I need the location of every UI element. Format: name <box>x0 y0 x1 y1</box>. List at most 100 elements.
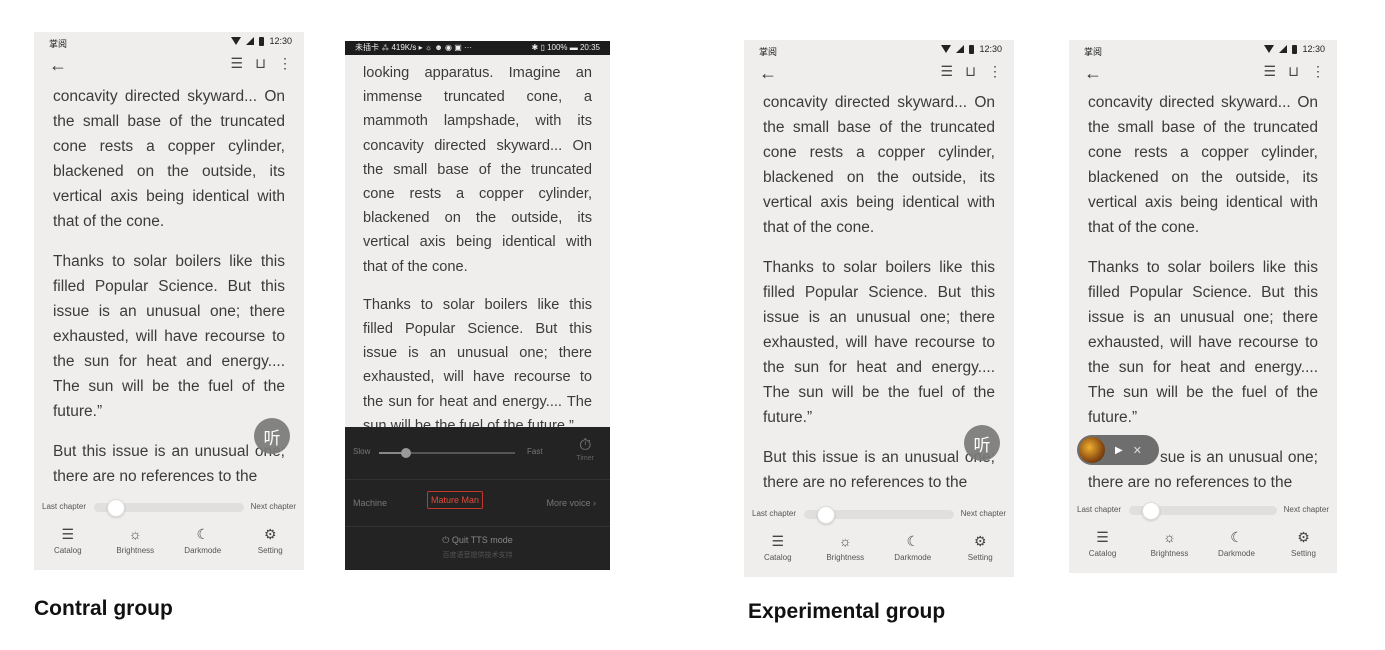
battery-icon <box>969 44 975 54</box>
battery-icon <box>1292 44 1298 54</box>
chapter-row: Last chapter Next chapter <box>744 497 1014 527</box>
wifi-icon <box>941 45 952 53</box>
paragraph: Thanks to solar boilers like this filled… <box>763 259 995 426</box>
book-cover-thumbnail[interactable] <box>1079 437 1105 463</box>
next-chapter-link[interactable]: Next chapter <box>251 502 296 511</box>
top-bar: ← ☰ ⊔ ⋮ <box>744 60 1014 90</box>
sun-icon: ☼ <box>838 533 852 549</box>
bottom-nav: ☰ Catalog ☼ Brightness ☾ Darkmode ⚙ Setting <box>1069 527 1337 573</box>
nav-label: Setting <box>257 546 283 555</box>
quit-tts-button[interactable]: ⏻ Quit TTS mode <box>345 535 610 546</box>
speed-knob[interactable] <box>401 448 411 458</box>
voice-mature-man[interactable]: Mature Man <box>427 491 484 509</box>
timer-icon: ⏱ <box>578 437 592 454</box>
top-bar: ← ☰ ⊔ ⋮ <box>34 52 304 82</box>
slider-knob[interactable] <box>107 499 125 517</box>
status-left: 未插卡 ⁂ 419K/s ▸ ☼ ☻ ◉ ▣ ··· <box>355 43 472 52</box>
timer-button[interactable]: ⏱ Timer <box>576 437 594 462</box>
nav-darkmode[interactable]: ☾ Darkmode <box>1207 527 1267 573</box>
wifi-icon <box>1264 45 1275 53</box>
nav-brightness[interactable]: ☼ Brightness <box>105 524 165 570</box>
slider-knob[interactable] <box>1142 502 1160 520</box>
paragraph: looking apparatus. Imagine an immense tr… <box>363 65 592 275</box>
book-text: concavity directed skyward... On the sma… <box>763 90 995 510</box>
tts-panel: Slow Fast ⏱ Timer Machine Mature Man More… <box>345 427 610 570</box>
listen-button[interactable]: 听 <box>254 418 290 454</box>
cart-icon[interactable]: ⊔ <box>965 63 976 80</box>
paragraph: But this issue is an unusual one; there … <box>53 443 285 485</box>
nav-label: Brightness <box>1150 549 1189 558</box>
moon-icon: ☾ <box>1230 529 1243 545</box>
cart-icon[interactable]: ⊔ <box>255 55 266 72</box>
nav-catalog[interactable]: ☰ Catalog <box>38 524 98 570</box>
back-arrow-icon[interactable]: ← <box>49 56 67 74</box>
next-chapter-link[interactable]: Next chapter <box>1284 505 1329 514</box>
status-bar: 掌阅 12:30 <box>34 32 304 52</box>
signal-icon <box>1279 45 1288 53</box>
more-icon[interactable]: ⋮ <box>278 55 292 72</box>
app-name: 掌阅 <box>1084 47 1103 57</box>
caption-experimental-group: Experimental group <box>748 600 946 623</box>
gear-icon: ⚙ <box>1297 529 1310 545</box>
close-icon[interactable]: ✕ <box>1133 444 1142 457</box>
last-chapter-link[interactable]: Last chapter <box>1077 505 1121 514</box>
paragraph: concavity directed skyward... On the sma… <box>53 88 285 230</box>
nav-catalog[interactable]: ☰ Catalog <box>748 531 808 577</box>
list-icon: ☰ <box>1096 529 1109 545</box>
slow-label: Slow <box>353 447 371 456</box>
back-arrow-icon[interactable]: ← <box>759 64 777 82</box>
nav-catalog[interactable]: ☰ Catalog <box>1073 527 1133 573</box>
battery-icon <box>259 36 265 46</box>
voice-machine[interactable]: Machine <box>353 498 387 508</box>
listen-button[interactable]: 听 <box>964 425 1000 461</box>
book-text: concavity directed skyward... On the sma… <box>53 84 285 504</box>
more-voice-label: More voice <box>546 498 591 508</box>
nav-setting[interactable]: ⚙ Setting <box>950 531 1010 577</box>
paragraph: Thanks to solar boilers like this filled… <box>53 253 285 420</box>
add-bookshelf-icon[interactable]: ☰ <box>941 63 954 80</box>
quit-label: Quit TTS mode <box>451 535 513 545</box>
status-bar: 掌阅 12:30 <box>744 40 1014 60</box>
add-bookshelf-icon[interactable]: ☰ <box>231 55 244 72</box>
nav-brightness[interactable]: ☼ Brightness <box>815 531 875 577</box>
chapter-progress-slider[interactable] <box>804 506 954 524</box>
tts-provider-note: 百度语音提供技术支持 <box>442 552 513 559</box>
play-icon[interactable]: ▶ <box>1115 445 1123 456</box>
mini-player[interactable]: ▶ ✕ <box>1077 435 1159 465</box>
cart-icon[interactable]: ⊔ <box>1288 63 1299 80</box>
status-bar: 掌阅 12:30 <box>1069 40 1337 60</box>
nav-setting[interactable]: ⚙ Setting <box>1274 527 1334 573</box>
paragraph: concavity directed skyward... On the sma… <box>1088 94 1318 236</box>
nav-label: Catalog <box>763 553 792 562</box>
slider-knob[interactable] <box>817 506 835 524</box>
chapter-progress-slider[interactable] <box>94 499 244 517</box>
back-arrow-icon[interactable]: ← <box>1084 64 1102 82</box>
more-voice-link[interactable]: More voice › <box>546 498 596 508</box>
moon-icon: ☾ <box>196 526 210 542</box>
paragraph: But this issue is an unusual one; there … <box>763 449 995 491</box>
more-icon[interactable]: ⋮ <box>1311 63 1325 80</box>
more-icon[interactable]: ⋮ <box>988 63 1002 80</box>
nav-label: Setting <box>1291 549 1316 558</box>
nav-brightness[interactable]: ☼ Brightness <box>1140 527 1200 573</box>
chapter-progress-slider[interactable] <box>1129 502 1277 520</box>
last-chapter-link[interactable]: Last chapter <box>752 509 796 518</box>
next-chapter-link[interactable]: Next chapter <box>961 509 1006 518</box>
nav-darkmode[interactable]: ☾ Darkmode <box>883 531 943 577</box>
chapter-row: Last chapter Next chapter <box>1069 493 1337 523</box>
nav-label: Darkmode <box>184 546 222 555</box>
nav-darkmode[interactable]: ☾ Darkmode <box>173 524 233 570</box>
speed-slider[interactable] <box>379 448 515 458</box>
reader-toolbar: Last chapter Next chapter ☰ Catalog ☼ Brig… <box>34 490 304 570</box>
gear-icon: ⚙ <box>973 533 987 549</box>
bottom-nav: ☰ Catalog ☼ Brightness ☾ Darkmode ⚙ Setting <box>744 531 1014 577</box>
bottom-nav: ☰ Catalog ☼ Brightness ☾ Darkmode ⚙ Setting <box>34 524 304 570</box>
reader-toolbar: Last chapter Next chapter ☰ Catalog ☼ Brig… <box>1069 493 1337 573</box>
last-chapter-link[interactable]: Last chapter <box>42 502 86 511</box>
status-time: 12:30 <box>1302 44 1325 54</box>
add-bookshelf-icon[interactable]: ☰ <box>1264 63 1277 80</box>
nav-label: Darkmode <box>894 553 932 562</box>
nav-setting[interactable]: ⚙ Setting <box>240 524 300 570</box>
signal-icon <box>956 45 965 53</box>
paragraph: concavity directed skyward... On the sma… <box>763 94 995 236</box>
